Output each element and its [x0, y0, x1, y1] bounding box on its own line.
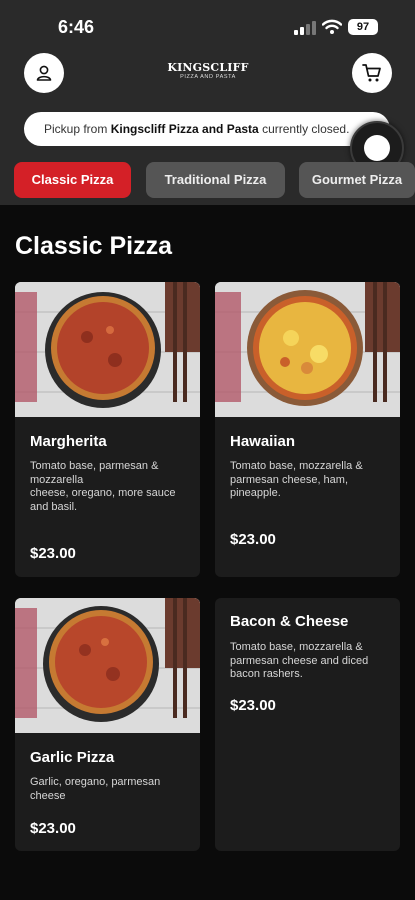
tab-gourmet-pizza[interactable]: Gourmet Pizza [299, 162, 415, 198]
status-time: 6:46 [58, 17, 95, 37]
menu-item-card[interactable]: Margherita Tomato base, parmesan & mozza… [15, 282, 200, 577]
signal-icon [294, 21, 316, 35]
category-tabs: Classic Pizza Traditional Pizza Gourmet … [14, 162, 415, 198]
pizza-hawaiian-image [215, 282, 400, 417]
menu-item-price: $23.00 [230, 697, 276, 714]
menu-item-price: $23.00 [230, 531, 276, 548]
tab-classic-pizza[interactable]: Classic Pizza [14, 162, 131, 198]
cart-icon [362, 64, 381, 82]
logo: KINGSCLIFF PIZZA AND PASTA [165, 62, 251, 81]
pickup-status: currently closed. [258, 122, 350, 136]
menu-item-name: Hawaiian [230, 433, 296, 450]
wifi-icon [322, 19, 342, 34]
profile-button[interactable] [24, 53, 64, 93]
cart-button[interactable] [352, 53, 392, 93]
pickup-banner[interactable]: Pickup from Kingscliff Pizza and Pasta c… [24, 112, 390, 146]
menu-item-description: Tomato base, parmesan & mozzarella chees… [30, 460, 176, 513]
menu-item-price: $23.00 [30, 820, 76, 837]
pizza-margherita-image [15, 282, 200, 417]
menu-item-description: Tomato base, mozzarella & parmesan chees… [230, 460, 363, 499]
battery-icon: 97 [348, 19, 378, 35]
pickup-store-name: Kingscliff Pizza and Pasta [110, 122, 259, 136]
menu-item-name: Garlic Pizza [30, 749, 115, 766]
pickup-prefix: Pickup from [44, 122, 111, 136]
menu-item-description: Garlic, oregano, parmesan cheese [30, 776, 161, 802]
menu-item-card[interactable]: Bacon & Cheese Tomato base, mozzarella &… [215, 598, 400, 851]
logo-tagline: PIZZA AND PASTA [180, 74, 236, 80]
menu-item-card[interactable]: Hawaiian Tomato base, mozzarella & parme… [215, 282, 400, 577]
menu-item-name: Bacon & Cheese [230, 613, 349, 630]
tab-traditional-pizza[interactable]: Traditional Pizza [146, 162, 285, 198]
menu-item-name: Margherita [30, 433, 107, 450]
menu-item-description: Tomato base, mozzarella & parmesan chees… [230, 641, 369, 680]
menu-item-card[interactable]: Garlic Pizza Garlic, oregano, parmesan c… [15, 598, 200, 851]
menu-item-price: $23.00 [30, 545, 76, 562]
pizza-garlic-image [15, 598, 200, 733]
logo-name: KINGSCLIFF [167, 61, 249, 74]
assistive-touch-dot [364, 135, 390, 161]
section-title: Classic Pizza [15, 232, 173, 260]
user-icon [36, 65, 52, 81]
status-bar: 6:46 97 [0, 0, 415, 52]
